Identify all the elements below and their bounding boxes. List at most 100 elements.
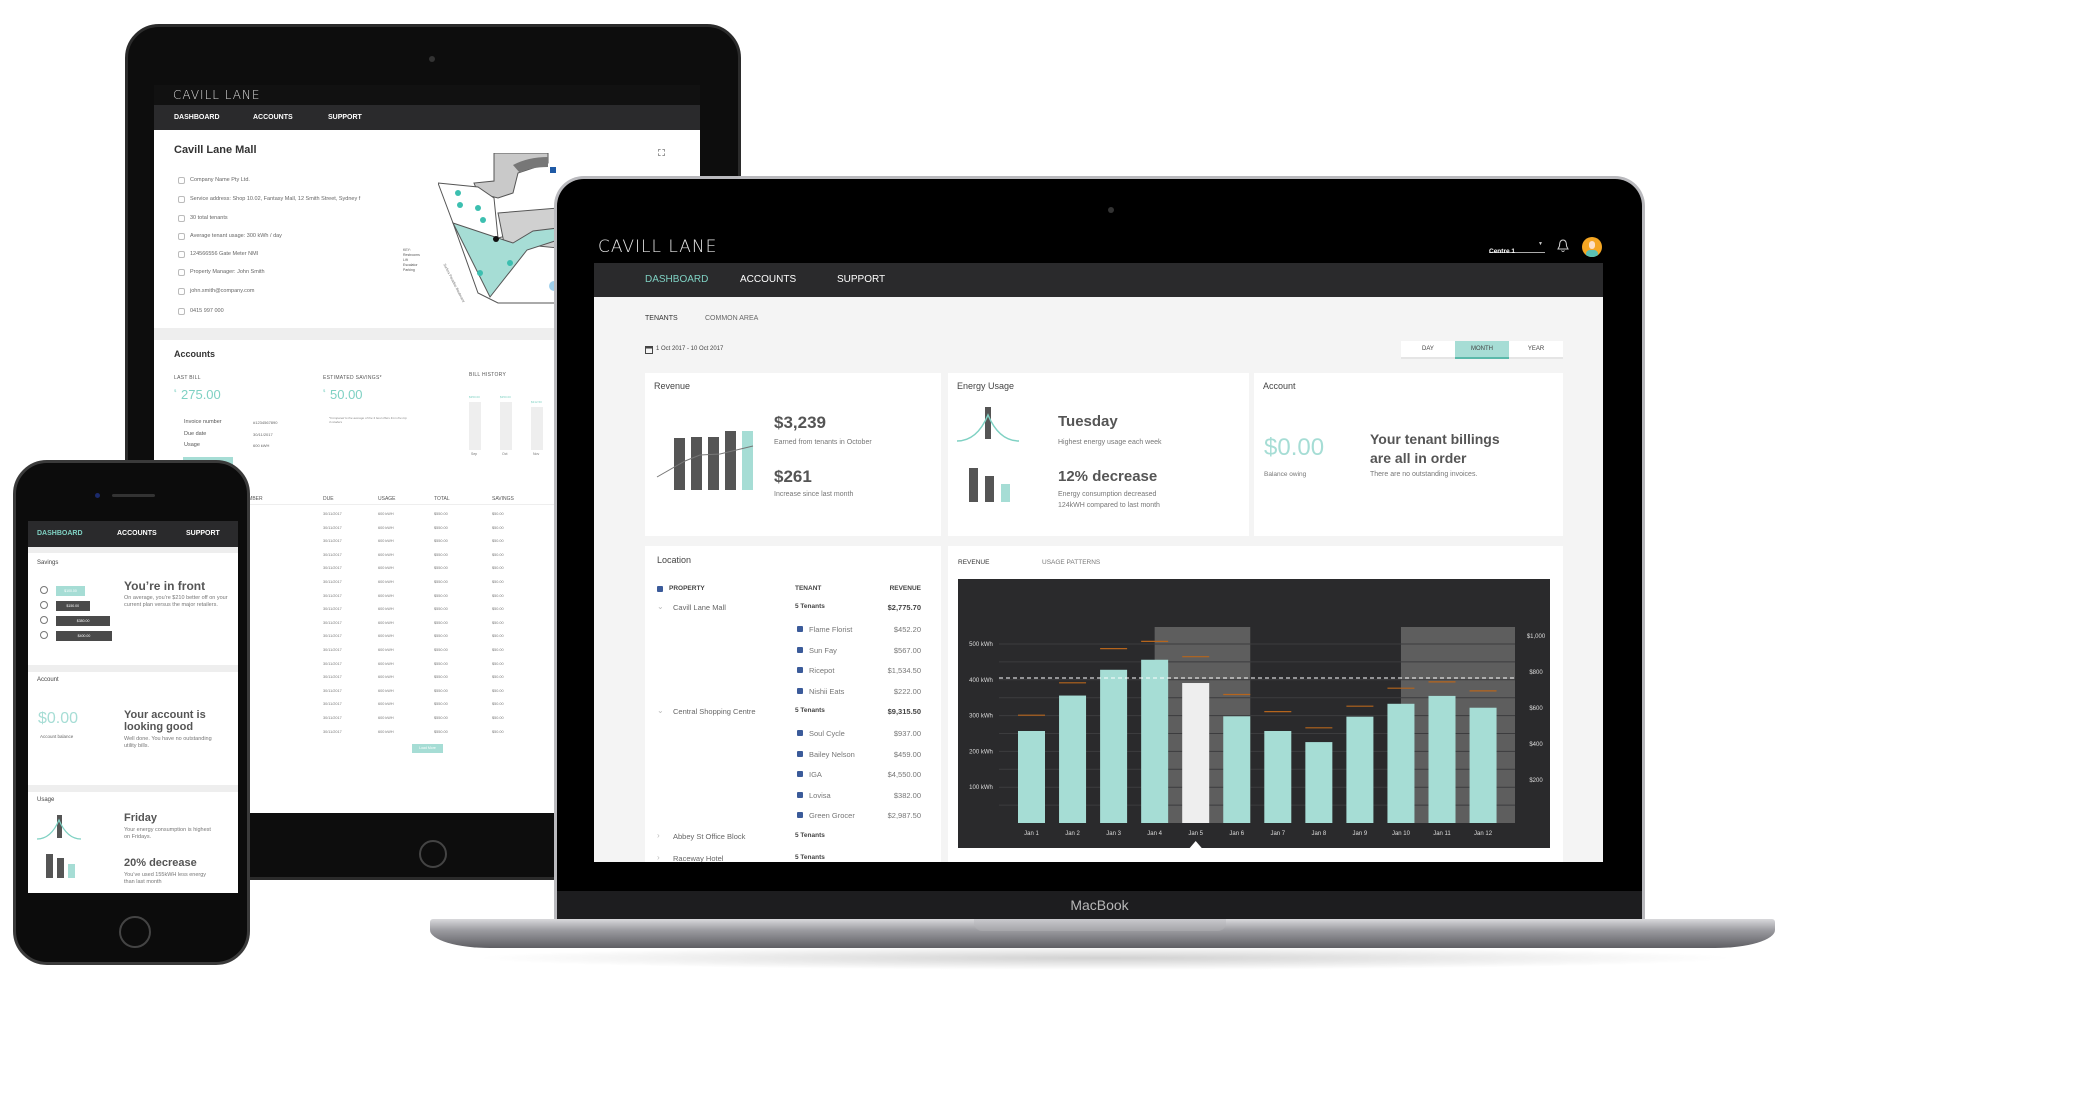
nav-accounts[interactable]: ACCOUNTS	[740, 274, 796, 285]
chevron-right-icon[interactable]: ›	[657, 831, 660, 840]
tab-common-area[interactable]: COMMON AREA	[705, 315, 758, 322]
tablet-home-button[interactable]	[419, 840, 447, 868]
nav-dashboard[interactable]: DASHBOARD	[645, 274, 708, 285]
property-title: Cavill Lane Mall	[174, 144, 257, 156]
period-toggle: DAY MONTH YEAR	[1401, 341, 1563, 359]
usage-bar[interactable]	[1387, 703, 1415, 823]
usage-bar[interactable]	[1018, 730, 1045, 823]
table-cell: 30/11/2017	[323, 675, 342, 680]
tenant-row[interactable]: IGA $4,550.00	[645, 770, 941, 784]
chevron-right-icon[interactable]: ›	[657, 853, 660, 862]
usage-bar[interactable]	[1264, 730, 1292, 823]
calendar-icon[interactable]	[645, 345, 653, 354]
bill-history-bar[interactable]	[531, 407, 543, 450]
chart-tab-revenue[interactable]: REVENUE	[958, 559, 989, 566]
fullscreen-icon[interactable]	[658, 149, 665, 156]
tenant-revenue: $4,550.00	[887, 770, 921, 779]
phone-nav-dashboard[interactable]: DASHBOARD	[37, 530, 83, 537]
usage-bar[interactable]	[1305, 742, 1333, 823]
tenant-revenue: $459.00	[893, 749, 921, 759]
tenant-row[interactable]: Soul Cycle $937.00	[645, 729, 941, 743]
tenant-checkbox[interactable]	[797, 646, 803, 653]
user-avatar[interactable]	[1582, 237, 1602, 257]
property-info-text: john.smith@company.com	[190, 288, 255, 294]
tenant-name: Flame Florist	[809, 625, 853, 634]
table-cell: 30/11/2017	[323, 593, 342, 598]
savings-headline: You’re in front	[124, 579, 206, 593]
tenant-row[interactable]: Flame Florist $452.20	[645, 625, 941, 639]
tenant-row[interactable]: Bailey Nelson $459.00	[645, 750, 941, 764]
tenant-checkbox[interactable]	[797, 791, 803, 798]
table-cell: 600 kWH	[378, 566, 394, 571]
tenant-row[interactable]: Lovisa $382.00	[645, 791, 941, 805]
usage-bar[interactable]	[1428, 695, 1456, 823]
load-more-button[interactable]: Load More	[412, 744, 443, 753]
last-bill-label: LAST BILL	[174, 375, 201, 381]
table-cell: $50.00	[492, 607, 504, 612]
phone-nav-support[interactable]: SUPPORT	[186, 530, 220, 537]
company-card-icon	[178, 177, 185, 184]
energy-usage-card: Energy Usage Tuesday Highest energy usag…	[948, 373, 1249, 536]
bill-history-bar[interactable]	[469, 402, 481, 450]
tenant-row[interactable]: Nishii Eats $222.00	[645, 687, 941, 701]
usage-bar[interactable]	[1059, 695, 1087, 823]
avatar-face	[1589, 241, 1595, 249]
usage-bar[interactable]	[1100, 669, 1128, 823]
tenant-row[interactable]: Sun Fay $567.00	[645, 646, 941, 660]
bill-history-bar[interactable]	[500, 402, 512, 450]
date-range[interactable]: 1 Oct 2017 - 10 Oct 2017	[656, 346, 723, 352]
meter-icon	[178, 251, 185, 258]
tablet-nav-accounts[interactable]: ACCOUNTS	[253, 114, 293, 121]
app-logo[interactable]: CAVILL LANE	[598, 237, 717, 257]
chevron-down-icon[interactable]: ⌄	[657, 706, 664, 715]
select-all-checkbox[interactable]	[657, 586, 663, 592]
tenant-row[interactable]: Ricepot $1,534.50	[645, 666, 941, 680]
tenant-name: IGA	[809, 770, 822, 779]
tenant-checkbox[interactable]	[797, 626, 803, 632]
period-year-button[interactable]: YEAR	[1509, 341, 1563, 357]
tenant-checkbox[interactable]	[797, 667, 803, 673]
phone-nav-accounts[interactable]: ACCOUNTS	[117, 530, 157, 537]
usage-bar[interactable]	[1141, 659, 1169, 823]
chart-tab-usage-patterns[interactable]: USAGE PATTERNS	[1042, 559, 1100, 566]
tenant-checkbox[interactable]	[797, 771, 803, 777]
bell-icon[interactable]	[1557, 239, 1569, 253]
centre-select[interactable]: Centre 1 ▼	[1489, 240, 1545, 255]
tenant-checkbox[interactable]	[797, 687, 803, 694]
revenue-usage-chart[interactable]: 100 kWh 200 kWh 300 kWh 400 kWh 500 kWh $200 $…	[958, 579, 1550, 848]
usage-bar[interactable]	[1223, 716, 1251, 823]
property-column-header: PROPERTY	[669, 585, 705, 592]
property-row[interactable]: › Abbey St Office Block 5 Tenants	[645, 831, 941, 846]
tenant-row[interactable]: Green Grocer $2,987.50	[645, 811, 941, 825]
table-cell: $550.00	[434, 675, 448, 680]
usage-bar[interactable]	[1469, 707, 1497, 823]
usage-bar[interactable]	[1346, 716, 1374, 823]
phone-home-button[interactable]	[119, 916, 151, 948]
tenant-checkbox[interactable]	[797, 812, 803, 818]
table-cell: 600 kWH	[378, 580, 394, 584]
tablet-nav-dashboard[interactable]: DASHBOARD	[174, 114, 220, 121]
x-axis-tick-label: Jan 4	[1147, 831, 1162, 837]
property-row[interactable]: ⌄ Central Shopping Centre 5 Tenants $9,315.…	[645, 706, 941, 721]
table-cell: $50.00	[492, 552, 504, 557]
period-month-button[interactable]: MONTH	[1455, 341, 1509, 359]
tab-tenants[interactable]: TENANTS	[645, 315, 678, 322]
nav-support[interactable]: SUPPORT	[837, 274, 885, 285]
tenant-checkbox[interactable]	[797, 750, 803, 757]
property-row[interactable]: ⌄ Cavill Lane Mall 5 Tenants $2,775.70	[645, 602, 941, 617]
bill-history-value: $350.00	[469, 395, 480, 399]
tablet-nav-support[interactable]: SUPPORT	[328, 114, 362, 121]
table-cell: $550.00	[434, 661, 448, 666]
invoice-detail-value: #1234567890	[253, 420, 278, 425]
tenant-checkbox[interactable]	[797, 730, 803, 736]
chevron-down-icon[interactable]: ⌄	[657, 602, 664, 611]
x-axis-tick-label: Jan 1	[1024, 831, 1039, 837]
tenant-name: Bailey Nelson	[809, 749, 855, 759]
usage-bar[interactable]	[1182, 683, 1210, 823]
table-cell: 600 kWH	[378, 552, 394, 557]
table-cell: 600 kWH	[378, 593, 394, 598]
period-day-button[interactable]: DAY	[1401, 341, 1455, 357]
usage-decrease-icon	[969, 468, 1010, 502]
x-axis-tick-label: Jan 5	[1188, 831, 1203, 837]
property-row[interactable]: › Raceway Hotel 5 Tenants	[645, 853, 941, 863]
